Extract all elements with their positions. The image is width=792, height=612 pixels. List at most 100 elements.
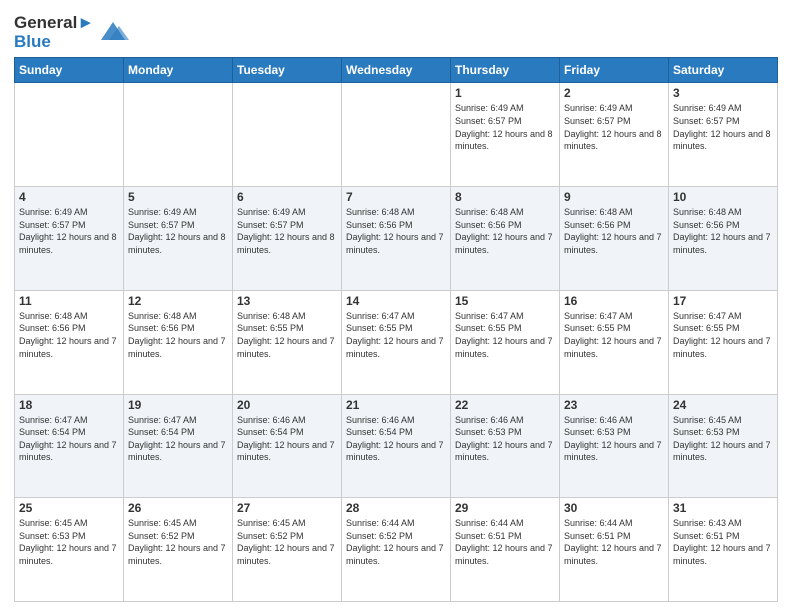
calendar-cell: 9 Sunrise: 6:48 AMSunset: 6:56 PMDaylight… (560, 187, 669, 291)
cell-info: Sunrise: 6:44 AMSunset: 6:51 PMDaylight:… (564, 517, 664, 567)
day-number: 23 (564, 398, 664, 412)
calendar-cell: 6Sunrise: 6:49 AMSunset: 6:57 PMDaylight… (233, 187, 342, 291)
cell-info: Sunrise: 6:44 AMSunset: 6:52 PMDaylight:… (346, 517, 446, 567)
cell-info: Sunrise: 6:46 AMSunset: 6:54 PMDaylight:… (346, 414, 446, 464)
day-number: 25 (19, 501, 119, 515)
calendar-week-5: 25 Sunrise: 6:45 AMSunset: 6:53 PMDayligh… (15, 498, 778, 602)
cell-info: Sunrise: 6:48 AMSunset: 6:56 PMDaylight:… (564, 206, 664, 256)
day-number: 9 (564, 190, 664, 204)
col-monday: Monday (124, 58, 233, 83)
calendar-cell: 24 Sunrise: 6:45 AMSunset: 6:53 PMDayligh… (669, 394, 778, 498)
logo-blue-text: Blue (14, 33, 94, 52)
cell-info: Sunrise: 6:47 AMSunset: 6:55 PMDaylight:… (455, 310, 555, 360)
calendar-header-row: Sunday Monday Tuesday Wednesday Thursday… (15, 58, 778, 83)
day-number: 11 (19, 294, 119, 308)
cell-info: Sunrise: 6:49 AMSunset: 6:57 PMDaylight:… (455, 102, 555, 152)
col-tuesday: Tuesday (233, 58, 342, 83)
calendar-cell: 7Sunrise: 6:48 AMSunset: 6:56 PMDaylight… (342, 187, 451, 291)
day-number: 1 (455, 86, 555, 100)
cell-info: Sunrise: 6:45 AMSunset: 6:52 PMDaylight:… (237, 517, 337, 567)
calendar-cell: 8Sunrise: 6:48 AMSunset: 6:56 PMDaylight… (451, 187, 560, 291)
cell-info: Sunrise: 6:49 AMSunset: 6:57 PMDaylight:… (19, 206, 119, 256)
day-number: 12 (128, 294, 228, 308)
calendar-cell: 16 Sunrise: 6:47 AMSunset: 6:55 PMDayligh… (560, 290, 669, 394)
calendar-cell (124, 83, 233, 187)
cell-info: Sunrise: 6:48 AMSunset: 6:55 PMDaylight:… (237, 310, 337, 360)
day-number: 17 (673, 294, 773, 308)
cell-info: Sunrise: 6:45 AMSunset: 6:52 PMDaylight:… (128, 517, 228, 567)
day-number: 10 (673, 190, 773, 204)
cell-info: Sunrise: 6:49 AMSunset: 6:57 PMDaylight:… (128, 206, 228, 256)
logo-general: General► (14, 14, 94, 33)
cell-info: Sunrise: 6:48 AMSunset: 6:56 PMDaylight:… (673, 206, 773, 256)
cell-info: Sunrise: 6:47 AMSunset: 6:55 PMDaylight:… (673, 310, 773, 360)
calendar-cell: 25 Sunrise: 6:45 AMSunset: 6:53 PMDayligh… (15, 498, 124, 602)
calendar-cell: 18 Sunrise: 6:47 AMSunset: 6:54 PMDayligh… (15, 394, 124, 498)
calendar-cell: 30 Sunrise: 6:44 AMSunset: 6:51 PMDayligh… (560, 498, 669, 602)
day-number: 22 (455, 398, 555, 412)
col-thursday: Thursday (451, 58, 560, 83)
page: General► Blue Sunday Monday Tuesday Wedn… (0, 0, 792, 612)
col-wednesday: Wednesday (342, 58, 451, 83)
col-sunday: Sunday (15, 58, 124, 83)
cell-info: Sunrise: 6:48 AMSunset: 6:56 PMDaylight:… (346, 206, 446, 256)
calendar-cell: 26 Sunrise: 6:45 AMSunset: 6:52 PMDayligh… (124, 498, 233, 602)
cell-info: Sunrise: 6:43 AMSunset: 6:51 PMDaylight:… (673, 517, 773, 567)
day-number: 19 (128, 398, 228, 412)
calendar-cell: 15 Sunrise: 6:47 AMSunset: 6:55 PMDayligh… (451, 290, 560, 394)
cell-info: Sunrise: 6:46 AMSunset: 6:53 PMDaylight:… (455, 414, 555, 464)
logo-icon (97, 18, 129, 44)
calendar-cell: 12 Sunrise: 6:48 AMSunset: 6:56 PMDayligh… (124, 290, 233, 394)
day-number: 14 (346, 294, 446, 308)
calendar-cell: 20 Sunrise: 6:46 AMSunset: 6:54 PMDayligh… (233, 394, 342, 498)
day-number: 13 (237, 294, 337, 308)
cell-info: Sunrise: 6:46 AMSunset: 6:54 PMDaylight:… (237, 414, 337, 464)
calendar-cell: 23Sunrise: 6:46 AMSunset: 6:53 PMDayligh… (560, 394, 669, 498)
calendar-cell: 2 Sunrise: 6:49 AMSunset: 6:57 PMDaylight… (560, 83, 669, 187)
cell-info: Sunrise: 6:45 AMSunset: 6:53 PMDaylight:… (673, 414, 773, 464)
calendar-cell: 22 Sunrise: 6:46 AMSunset: 6:53 PMDayligh… (451, 394, 560, 498)
cell-info: Sunrise: 6:44 AMSunset: 6:51 PMDaylight:… (455, 517, 555, 567)
calendar-cell: 21Sunrise: 6:46 AMSunset: 6:54 PMDayligh… (342, 394, 451, 498)
col-friday: Friday (560, 58, 669, 83)
cell-info: Sunrise: 6:48 AMSunset: 6:56 PMDaylight:… (19, 310, 119, 360)
day-number: 24 (673, 398, 773, 412)
calendar-cell: 4 Sunrise: 6:49 AMSunset: 6:57 PMDaylight… (15, 187, 124, 291)
day-number: 15 (455, 294, 555, 308)
day-number: 30 (564, 501, 664, 515)
calendar-cell (15, 83, 124, 187)
logo-blue: ► (77, 13, 94, 32)
day-number: 4 (19, 190, 119, 204)
day-number: 31 (673, 501, 773, 515)
cell-info: Sunrise: 6:48 AMSunset: 6:56 PMDaylight:… (128, 310, 228, 360)
day-number: 29 (455, 501, 555, 515)
calendar-cell: 11 Sunrise: 6:48 AMSunset: 6:56 PMDayligh… (15, 290, 124, 394)
day-number: 18 (19, 398, 119, 412)
calendar-cell: 17 Sunrise: 6:47 AMSunset: 6:55 PMDayligh… (669, 290, 778, 394)
day-number: 16 (564, 294, 664, 308)
cell-info: Sunrise: 6:49 AMSunset: 6:57 PMDaylight:… (564, 102, 664, 152)
calendar-cell: 27 Sunrise: 6:45 AMSunset: 6:52 PMDayligh… (233, 498, 342, 602)
calendar-week-1: 1 Sunrise: 6:49 AMSunset: 6:57 PMDaylight… (15, 83, 778, 187)
day-number: 28 (346, 501, 446, 515)
cell-info: Sunrise: 6:47 AMSunset: 6:55 PMDaylight:… (564, 310, 664, 360)
calendar-cell: 13 Sunrise: 6:48 AMSunset: 6:55 PMDayligh… (233, 290, 342, 394)
cell-info: Sunrise: 6:45 AMSunset: 6:53 PMDaylight:… (19, 517, 119, 567)
day-number: 2 (564, 86, 664, 100)
calendar-cell (342, 83, 451, 187)
day-number: 3 (673, 86, 773, 100)
cell-info: Sunrise: 6:47 AMSunset: 6:54 PMDaylight:… (19, 414, 119, 464)
cell-info: Sunrise: 6:49 AMSunset: 6:57 PMDaylight:… (673, 102, 773, 152)
logo: General► Blue (14, 14, 129, 51)
cell-info: Sunrise: 6:47 AMSunset: 6:55 PMDaylight:… (346, 310, 446, 360)
calendar-cell: 19 Sunrise: 6:47 AMSunset: 6:54 PMDayligh… (124, 394, 233, 498)
calendar-cell: 29 Sunrise: 6:44 AMSunset: 6:51 PMDayligh… (451, 498, 560, 602)
cell-info: Sunrise: 6:48 AMSunset: 6:56 PMDaylight:… (455, 206, 555, 256)
col-saturday: Saturday (669, 58, 778, 83)
day-number: 26 (128, 501, 228, 515)
day-number: 20 (237, 398, 337, 412)
cell-info: Sunrise: 6:47 AMSunset: 6:54 PMDaylight:… (128, 414, 228, 464)
calendar-cell: 10 Sunrise: 6:48 AMSunset: 6:56 PMDayligh… (669, 187, 778, 291)
calendar-cell: 3 Sunrise: 6:49 AMSunset: 6:57 PMDaylight… (669, 83, 778, 187)
day-number: 27 (237, 501, 337, 515)
